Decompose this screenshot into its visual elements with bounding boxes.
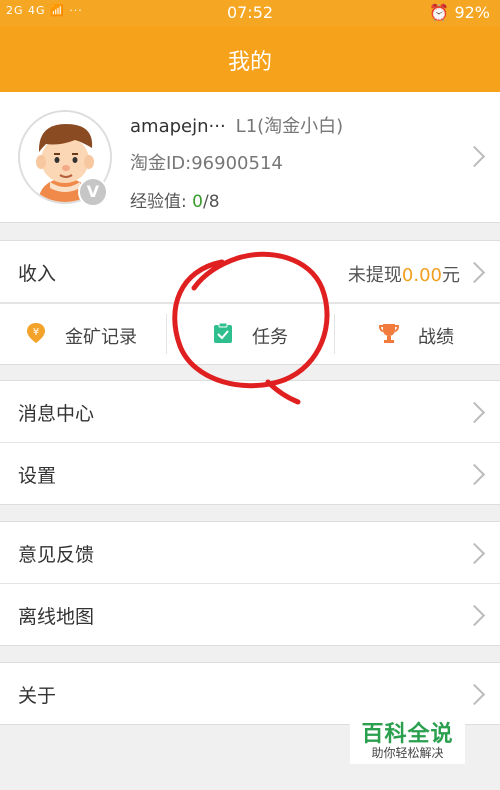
watermark: 百科全说 助你轻松解决	[350, 712, 465, 764]
chevron-right-icon	[463, 401, 486, 424]
profile-card[interactable]: V amapejn··· L1(淘金小白) 淘金ID:96900514 经验值: …	[0, 92, 500, 223]
quick-link-label: 战绩	[418, 327, 454, 348]
chevron-right-icon	[463, 542, 486, 565]
yuan-location-icon: ¥	[27, 323, 45, 343]
title-bar: 我的	[0, 26, 500, 92]
menu-item-label: 设置	[18, 465, 57, 487]
vip-badge: V	[78, 177, 108, 207]
status-bar: 2G 4G 📶 ··· 07:52 ⏰ 92%	[0, 0, 500, 26]
menu-item-settings[interactable]: 设置	[0, 443, 500, 504]
username: amapejn··· L1(淘金小白)	[130, 116, 344, 137]
income-status: 未提现0.00元	[347, 265, 460, 286]
menu-item-feedback[interactable]: 意见反馈	[0, 522, 500, 584]
watermark-subtitle: 助你轻松解决	[371, 746, 444, 760]
page-title: 我的	[227, 50, 272, 75]
menu-item-offline-map[interactable]: 离线地图	[0, 584, 500, 645]
experience: 经验值: 0/8	[130, 192, 220, 212]
user-id: 淘金ID:96900514	[130, 153, 283, 174]
chevron-right-icon	[463, 145, 486, 168]
trophy-icon	[378, 324, 400, 343]
menu-item-label: 离线地图	[18, 606, 95, 628]
income-label: 收入	[18, 263, 57, 285]
menu-item-label: 关于	[18, 685, 57, 707]
chevron-right-icon	[463, 463, 486, 486]
quick-link-label: 金矿记录	[65, 327, 137, 348]
quick-link-gold-record[interactable]: ¥ 金矿记录	[25, 304, 165, 364]
status-time: 07:52	[226, 3, 274, 22]
svg-text:¥: ¥	[33, 327, 39, 338]
menu-group-2: 意见反馈 离线地图	[0, 521, 500, 646]
chevron-right-icon	[463, 261, 486, 284]
chevron-right-icon	[463, 604, 486, 627]
annotation-circle	[172, 251, 330, 405]
user-level: L1(淘金小白)	[235, 116, 344, 137]
quick-link-record[interactable]: 战绩	[378, 304, 488, 364]
menu-item-label: 意见反馈	[18, 544, 95, 566]
chevron-right-icon	[463, 683, 486, 706]
menu-item-label: 消息中心	[18, 403, 95, 425]
battery-level: ⏰ 92%	[429, 3, 490, 22]
